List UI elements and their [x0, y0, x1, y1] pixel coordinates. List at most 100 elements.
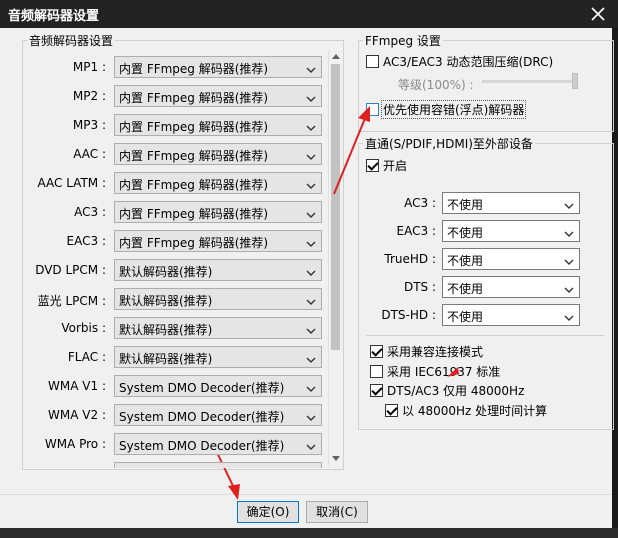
- decoder-select-value: System DMO Decoder(推荐): [119, 381, 285, 395]
- decoder-select-value: 内置 FFmpeg 解码器(推荐): [119, 236, 269, 250]
- passthrough-row-label: AC3 :: [360, 192, 436, 214]
- decoder-row-label: MP3 :: [24, 114, 106, 136]
- window-title: 音频解码器设置: [8, 9, 100, 24]
- chevron-down-icon: [564, 199, 574, 209]
- decoder-row-label: Vorbis :: [24, 317, 106, 339]
- chevron-down-icon: [306, 237, 316, 247]
- passthrough-row-label: DTS :: [360, 276, 436, 298]
- decoder-select[interactable]: 内置 FFmpeg 解码器(推荐): [114, 172, 322, 194]
- chevron-down-icon: [306, 411, 316, 421]
- chevron-down-icon: [564, 227, 574, 237]
- decoder-select[interactable]: 内置 FFmpeg 解码器(推荐): [114, 230, 322, 252]
- time48-checkbox[interactable]: [385, 404, 398, 417]
- decoder-row-label: WMA Pro :: [24, 433, 106, 455]
- chevron-down-icon: [306, 150, 316, 160]
- decoder-select[interactable]: System DMO Decoder(推荐): [114, 375, 322, 397]
- chevron-down-icon: [306, 382, 316, 392]
- decoder-label: AAC :: [73, 147, 106, 161]
- decoder-label: WMA V1 :: [48, 379, 106, 393]
- slider-thumb[interactable]: [572, 73, 578, 89]
- decoder-select-value: System DMO Decoder(推荐): [119, 410, 285, 424]
- cancel-button[interactable]: 取消(C): [306, 501, 368, 523]
- chevron-down-icon: [306, 92, 316, 102]
- dts48-label: DTS/AC3 仅用 48000Hz: [387, 384, 525, 398]
- drc-checkbox[interactable]: [366, 55, 379, 68]
- decoder-row-label: DVD LPCM :: [24, 259, 106, 281]
- ok-button[interactable]: 确定(O): [237, 501, 299, 523]
- chevron-down-icon: [306, 295, 316, 305]
- passthrough-select-value: 不使用: [447, 226, 484, 240]
- chevron-down-icon: [306, 266, 316, 276]
- passthrough-row-label: EAC3 :: [360, 220, 436, 242]
- passthrough-select-value: 不使用: [447, 310, 484, 324]
- decoder-select-value: 默认解码器(推荐): [119, 352, 213, 366]
- passthrough-select-value: 不使用: [447, 282, 484, 296]
- passthrough-select[interactable]: 不使用: [442, 192, 580, 214]
- decoder-label: MP2 :: [72, 89, 106, 103]
- passthrough-row-label: DTS-HD :: [360, 304, 436, 326]
- passthrough-select[interactable]: 不使用: [442, 220, 580, 242]
- drc-level-label: 等级(100%) :: [398, 78, 474, 92]
- chevron-down-icon: [306, 121, 316, 131]
- decoder-label: Vorbis :: [61, 321, 106, 335]
- compat-mode-label: 采用兼容连接模式: [387, 345, 484, 359]
- decoder-select[interactable]: 默认解码器(推荐): [114, 259, 322, 281]
- decoder-select[interactable]: 内置 FFmpeg 解码器(推荐): [114, 85, 322, 107]
- close-icon[interactable]: [586, 2, 610, 26]
- passthrough-enable-label: 开启: [383, 159, 408, 173]
- iec-checkbox[interactable]: [370, 365, 383, 378]
- chevron-down-icon: [306, 440, 316, 450]
- decoder-label: 蓝光 LPCM :: [37, 294, 106, 308]
- scroll-down-icon[interactable]: [332, 456, 340, 462]
- decoder-select[interactable]: 默认解码器(推荐): [114, 288, 322, 310]
- decoder-select-value: 内置 FFmpeg 解码器(推荐): [119, 207, 269, 221]
- passthrough-select[interactable]: 不使用: [442, 276, 580, 298]
- drc-level-slider[interactable]: [482, 72, 580, 92]
- decoder-label: FLAC :: [67, 350, 106, 364]
- decoder-select-value: 内置 FFmpeg 解码器(推荐): [119, 178, 269, 192]
- taskbar-strip: [0, 528, 618, 538]
- decoder-row-label: WMA V2 :: [24, 404, 106, 426]
- decoder-select[interactable]: [114, 462, 322, 468]
- decoder-label: MP1 :: [72, 60, 106, 74]
- decoder-select[interactable]: 内置 FFmpeg 解码器(推荐): [114, 201, 322, 223]
- decoder-row-label: MP1 :: [24, 56, 106, 78]
- chevron-down-icon: [306, 208, 316, 218]
- dialog-body: 音频解码器设置 FFmpeg 设置 AC3/EAC3 动态范围压缩(DRC) 等…: [0, 28, 614, 528]
- decoder-row-label: AC3 :: [24, 201, 106, 223]
- decoder-row-label: MP2 :: [24, 85, 106, 107]
- passthrough-select[interactable]: 不使用: [442, 304, 580, 326]
- decoder-label: AAC LATM :: [37, 176, 106, 190]
- compat-mode-checkbox[interactable]: [370, 345, 383, 358]
- chevron-down-icon: [306, 324, 316, 334]
- decoder-select[interactable]: 默认解码器(推荐): [114, 346, 322, 368]
- chevron-down-icon: [564, 311, 574, 321]
- decoder-select[interactable]: 内置 FFmpeg 解码器(推荐): [114, 143, 322, 165]
- decoder-select[interactable]: 内置 FFmpeg 解码器(推荐): [114, 56, 322, 78]
- decoder-row-label: EAC3 :: [24, 230, 106, 252]
- decoder-select[interactable]: System DMO Decoder(推荐): [114, 404, 322, 426]
- chevron-down-icon: [306, 63, 316, 73]
- decoder-label: AC3 :: [74, 205, 106, 219]
- decoder-row-label: FLAC :: [24, 346, 106, 368]
- decoder-select[interactable]: 默认解码器(推荐): [114, 317, 322, 339]
- decoder-select[interactable]: 内置 FFmpeg 解码器(推荐): [114, 114, 322, 136]
- decoder-select-value: 内置 FFmpeg 解码器(推荐): [119, 91, 269, 105]
- decoder-select-value: 内置 FFmpeg 解码器(推荐): [119, 149, 269, 163]
- dts48-checkbox[interactable]: [370, 384, 383, 397]
- iec-label: 采用 IEC61937 标准: [387, 365, 501, 379]
- scroll-up-icon[interactable]: [332, 53, 340, 59]
- slider-track: [482, 80, 578, 83]
- decoder-select[interactable]: System DMO Decoder(推荐): [114, 433, 322, 455]
- decoder-label: MP3 :: [72, 118, 106, 132]
- ffmpeg-group-title: FFmpeg 设置: [365, 34, 441, 48]
- chevron-down-icon: [564, 255, 574, 265]
- decoder-select-value: 默认解码器(推荐): [119, 265, 213, 279]
- passthrough-select[interactable]: 不使用: [442, 248, 580, 270]
- passthrough-label: DTS :: [403, 280, 436, 294]
- title-bar: 音频解码器设置: [0, 0, 618, 28]
- decoder-row-label: AAC :: [24, 143, 106, 165]
- passthrough-label: EAC3 :: [396, 224, 436, 238]
- footer-divider: [0, 494, 612, 495]
- decoder-row-label: AAC LATM :: [24, 172, 106, 194]
